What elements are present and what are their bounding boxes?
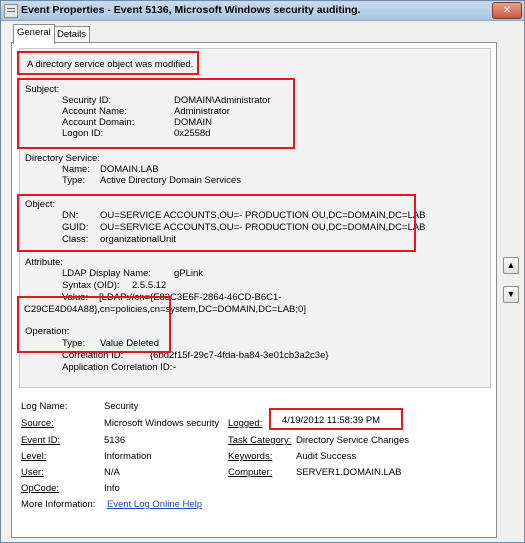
source-label: Source: bbox=[21, 418, 54, 429]
level-label: Level: bbox=[21, 451, 47, 462]
directory-service-type-value: Active Directory Domain Services bbox=[100, 175, 241, 186]
event-properties-window: Event Properties - Event 5136, Microsoft… bbox=[0, 0, 525, 543]
more-information-label: More Information: bbox=[21, 499, 96, 510]
logged-value: 4/19/2012 11:58:39 PM bbox=[282, 415, 381, 426]
tab-general[interactable]: General bbox=[13, 24, 55, 44]
user-value: N/A bbox=[104, 467, 120, 478]
computer-label: Computer: bbox=[228, 467, 273, 478]
attribute-ldap-name-label: LDAP Display Name: bbox=[62, 268, 152, 279]
window-title: Event Properties - Event 5136, Microsoft… bbox=[21, 4, 361, 16]
attribute-ldap-name-value: gPLink bbox=[174, 268, 204, 279]
close-button[interactable]: ✕ bbox=[492, 2, 522, 19]
highlight-operation bbox=[17, 296, 171, 353]
directory-service-name-label: Name: bbox=[62, 164, 90, 175]
event-id-label: Event ID: bbox=[21, 435, 61, 446]
source-value: Microsoft Windows security bbox=[104, 418, 220, 429]
highlight-object bbox=[17, 194, 416, 252]
title-bar: Event Properties - Event 5136, Microsoft… bbox=[1, 1, 524, 21]
keywords-value: Audit Success bbox=[296, 451, 357, 462]
task-category-label: Task Category: bbox=[228, 435, 292, 446]
highlight-subject bbox=[17, 78, 295, 149]
directory-service-heading: Directory Service: bbox=[25, 153, 100, 164]
keywords-label: Keywords: bbox=[228, 451, 273, 462]
arrow-up-icon[interactable]: ▲ bbox=[503, 257, 519, 274]
user-label: User: bbox=[21, 467, 44, 478]
event-log-online-help-link[interactable]: Event Log Online Help bbox=[107, 499, 202, 510]
operation-app-correlation-id-value: - bbox=[173, 362, 177, 373]
log-name-label: Log Name: bbox=[21, 401, 68, 412]
event-id-value: 5136 bbox=[104, 435, 126, 446]
logged-label: Logged: bbox=[228, 418, 263, 429]
opcode-value: Info bbox=[104, 483, 120, 494]
highlight-headline bbox=[17, 51, 199, 75]
level-value: Information bbox=[104, 451, 152, 462]
attribute-syntax-value: 2.5.5.12 bbox=[132, 280, 167, 291]
attribute-heading: Attribute: bbox=[25, 257, 64, 268]
operation-app-correlation-id-label: Application Correlation ID: bbox=[62, 362, 173, 373]
opcode-label: OpCode: bbox=[21, 483, 60, 494]
computer-value: SERVER1.DOMAIN.LAB bbox=[296, 467, 402, 478]
tab-details[interactable]: Details bbox=[53, 26, 91, 43]
log-name-value: Security bbox=[104, 401, 139, 412]
task-category-value: Directory Service Changes bbox=[296, 435, 409, 446]
attribute-syntax-label: Syntax (OID): bbox=[62, 280, 120, 291]
operation-correlation-id-value: {6bd2f15f-29c7-4fda-ba84-3e01cb3a2c3e} bbox=[150, 350, 329, 361]
event-viewer-icon bbox=[4, 4, 18, 18]
directory-service-type-label: Type: bbox=[62, 175, 86, 186]
directory-service-name-value: DOMAIN.LAB bbox=[100, 164, 159, 175]
arrow-down-icon[interactable]: ▼ bbox=[503, 286, 519, 303]
